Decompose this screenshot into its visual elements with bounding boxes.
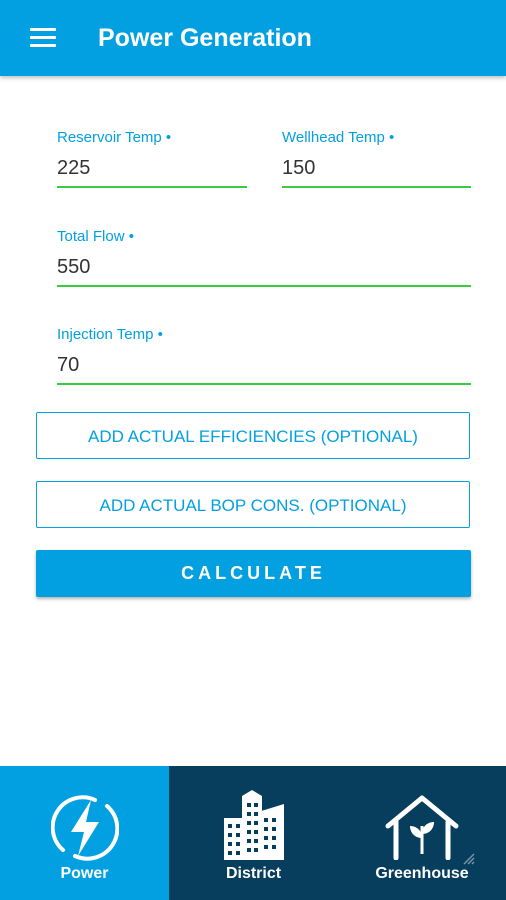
reservoir-temp-label: Reservoir Temp •: [57, 129, 172, 146]
wellhead-temp-field: Wellhead Temp •: [282, 128, 471, 190]
injection-temp-input[interactable]: [57, 349, 471, 381]
nav-item-district[interactable]: District: [169, 766, 338, 900]
reservoir-temp-field: Reservoir Temp •: [57, 128, 247, 190]
total-flow-underline: [57, 285, 471, 287]
injection-temp-underline: [57, 383, 471, 385]
injection-temp-field: Injection Temp •: [57, 325, 471, 387]
nav-item-power[interactable]: Power: [0, 766, 169, 900]
total-flow-field: Total Flow •: [57, 227, 471, 289]
nav-label-power: Power: [60, 865, 109, 882]
nav-item-greenhouse[interactable]: Greenhouse: [338, 766, 506, 900]
reservoir-temp-input[interactable]: [57, 152, 247, 184]
nav-label-district: District: [225, 865, 282, 882]
add-actual-bop-cons-button[interactable]: ADD ACTUAL BOP CONS. (OPTIONAL): [36, 481, 470, 528]
greenhouse-plant-icon: [385, 795, 459, 860]
bottom-nav: Power District Greenhouse: [0, 766, 506, 900]
add-actual-efficiencies-button[interactable]: ADD ACTUAL EFFICIENCIES (OPTIONAL): [36, 412, 470, 459]
total-flow-input[interactable]: [57, 251, 471, 283]
wellhead-temp-label: Wellhead Temp •: [282, 129, 395, 146]
lightning-bolt-icon: [50, 795, 119, 861]
page-title: Power Generation: [98, 24, 312, 52]
hamburger-menu-icon[interactable]: [30, 28, 56, 48]
wellhead-temp-input[interactable]: [282, 152, 471, 184]
resize-grip-icon: [463, 853, 475, 865]
reservoir-temp-underline: [57, 186, 247, 188]
calculate-button[interactable]: CALCULATE: [36, 550, 471, 597]
total-flow-label: Total Flow •: [57, 228, 134, 245]
city-buildings-icon: [223, 790, 284, 860]
injection-temp-label: Injection Temp •: [57, 326, 163, 343]
app-bar: Power Generation: [0, 0, 506, 76]
nav-label-greenhouse: Greenhouse: [375, 865, 469, 882]
wellhead-temp-underline: [282, 186, 471, 188]
